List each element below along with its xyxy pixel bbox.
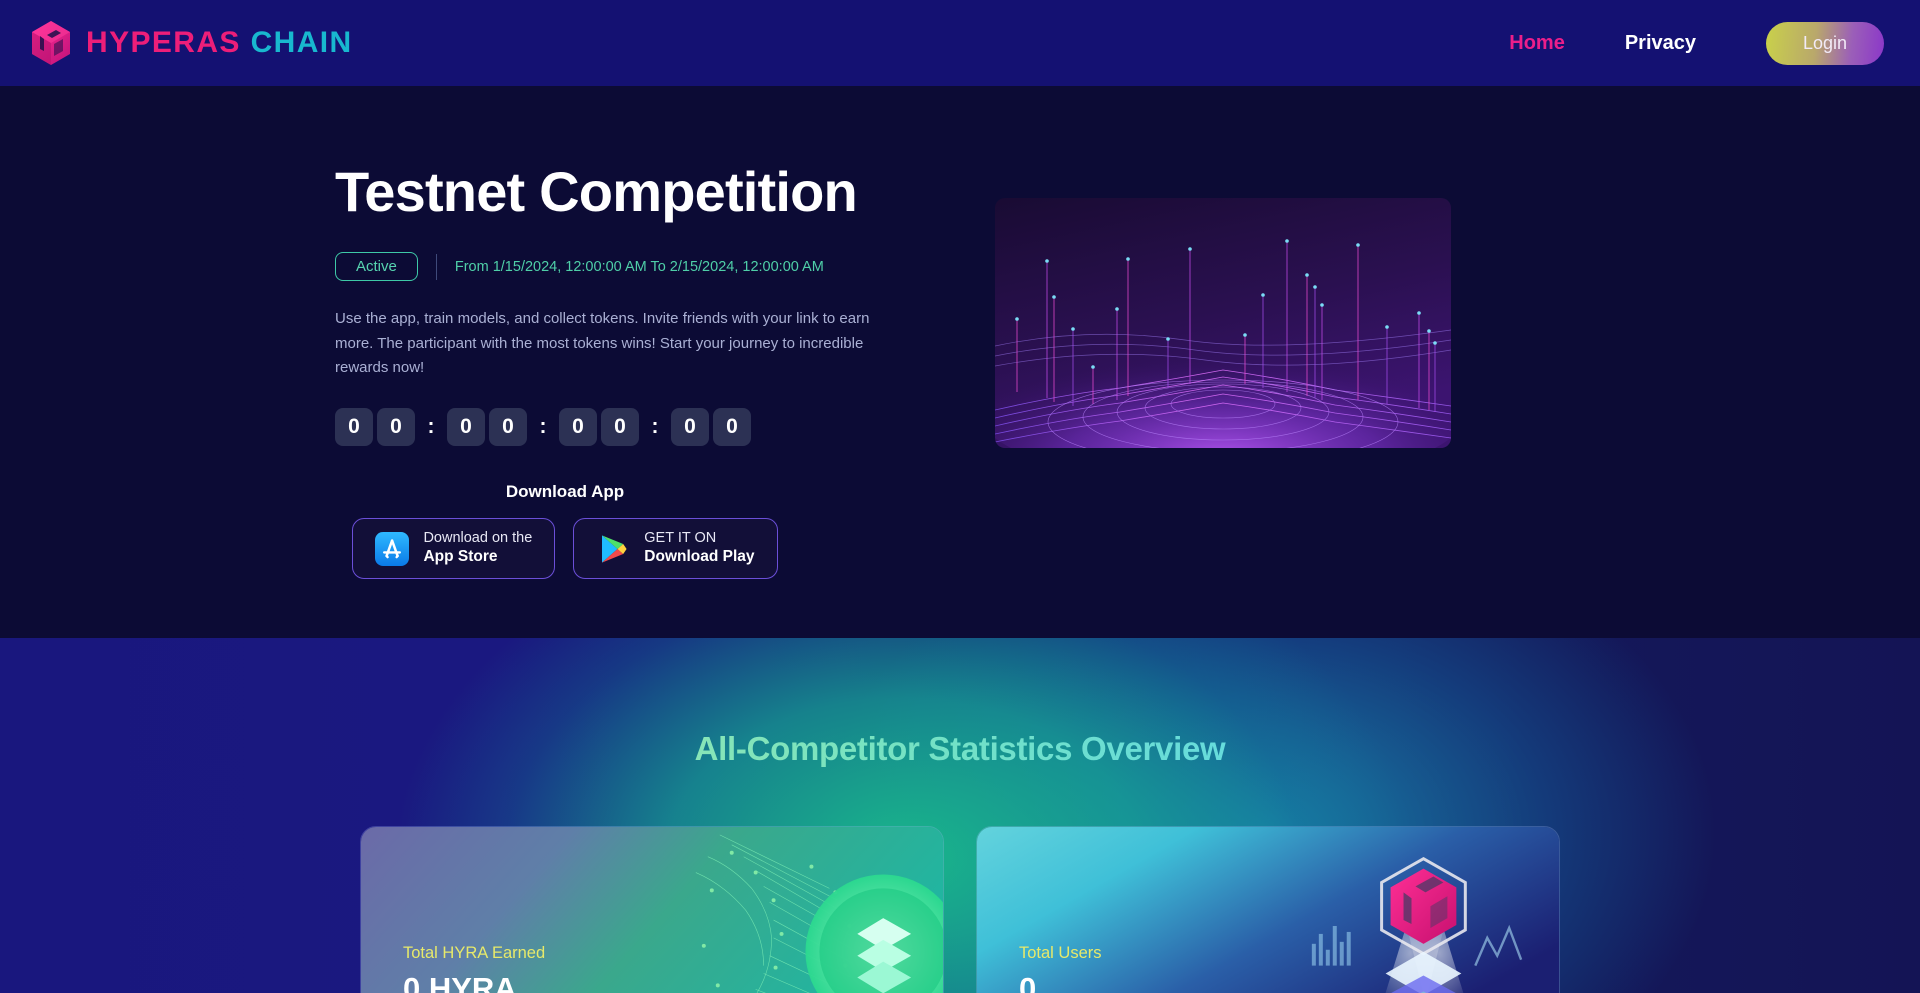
countdown-separator-2: : xyxy=(539,415,547,439)
countdown-days-ones: 0 xyxy=(377,408,415,447)
countdown-hours-tens: 0 xyxy=(447,408,485,447)
status-badge: Active xyxy=(335,252,418,282)
hero-section: Testnet Competition Active From 1/15/202… xyxy=(0,86,1920,638)
competition-meta: Active From 1/15/2024, 12:00:00 AM To 2/… xyxy=(335,252,935,282)
main-navigation: Home Privacy Login xyxy=(1479,21,1884,65)
hero-description: Use the app, train models, and collect t… xyxy=(335,310,870,377)
countdown-separator-3: : xyxy=(651,415,659,439)
app-store-button[interactable]: Download on the App Store xyxy=(352,518,556,579)
store-buttons: Download on the App Store GET IT ON Down… xyxy=(335,518,795,579)
date-range-text: From 1/15/2024, 12:00:00 AM To 2/15/2024… xyxy=(454,258,824,275)
statistics-cards: Total HYRA Earned 0 HYRA Total Users 0 xyxy=(360,826,1560,993)
apple-app-store-icon xyxy=(375,531,410,566)
nav-link-privacy[interactable]: Privacy xyxy=(1595,22,1726,65)
countdown-seconds-ones: 0 xyxy=(713,408,751,447)
countdown-minutes-ones: 0 xyxy=(601,408,639,447)
stat-card-total-hyra-earned[interactable]: Total HYRA Earned 0 HYRA xyxy=(360,826,944,993)
countdown-timer: 0 0 : 0 0 : 0 0 : 0 0 xyxy=(335,408,935,447)
hexagon-cube-logo-icon xyxy=(32,21,70,65)
login-button[interactable]: Login xyxy=(1766,21,1884,65)
google-play-button[interactable]: GET IT ON Download Play xyxy=(573,518,778,579)
brand-wordmark: HYPERAS CHAIN xyxy=(86,26,353,60)
stat-label-total-users: Total Users xyxy=(1019,944,1102,962)
countdown-hours-ones: 0 xyxy=(489,408,527,447)
stat-value-total-hyra-earned: 0 HYRA xyxy=(403,971,517,993)
meta-divider xyxy=(435,253,437,280)
countdown-days-tens: 0 xyxy=(335,408,373,447)
stat-value-total-users: 0 xyxy=(1019,971,1037,993)
google-play-icon xyxy=(602,535,627,563)
hero-content: Testnet Competition Active From 1/15/202… xyxy=(335,160,935,638)
google-play-small-label: GET IT ON xyxy=(644,530,717,547)
brand-word-hyperas: HYPERAS xyxy=(86,26,241,59)
countdown-separator-1: : xyxy=(427,415,435,439)
brand-word-chain: CHAIN xyxy=(250,26,353,59)
page-title: Testnet Competition xyxy=(335,160,858,223)
brand-logo[interactable]: HYPERAS CHAIN xyxy=(30,20,353,66)
statistics-section: All-Competitor Statistics Overview Total… xyxy=(0,638,1920,993)
google-play-large-label: Download Play xyxy=(644,548,755,566)
nav-link-home[interactable]: Home xyxy=(1479,22,1595,65)
download-app-heading: Download App xyxy=(505,482,625,502)
stat-card-total-users[interactable]: Total Users 0 xyxy=(976,826,1560,993)
stat-label-total-hyra-earned: Total HYRA Earned xyxy=(403,944,546,962)
site-header: HYPERAS CHAIN Home Privacy Login xyxy=(0,0,1920,86)
countdown-minutes-tens: 0 xyxy=(559,408,597,447)
hero-art-wrap xyxy=(995,162,1451,638)
app-store-large-label: App Store xyxy=(423,548,498,566)
countdown-seconds-tens: 0 xyxy=(671,408,709,447)
statistics-title: All-Competitor Statistics Overview xyxy=(0,638,1920,768)
hero-wave-illustration xyxy=(995,198,1451,448)
app-store-small-label: Download on the xyxy=(423,530,533,547)
